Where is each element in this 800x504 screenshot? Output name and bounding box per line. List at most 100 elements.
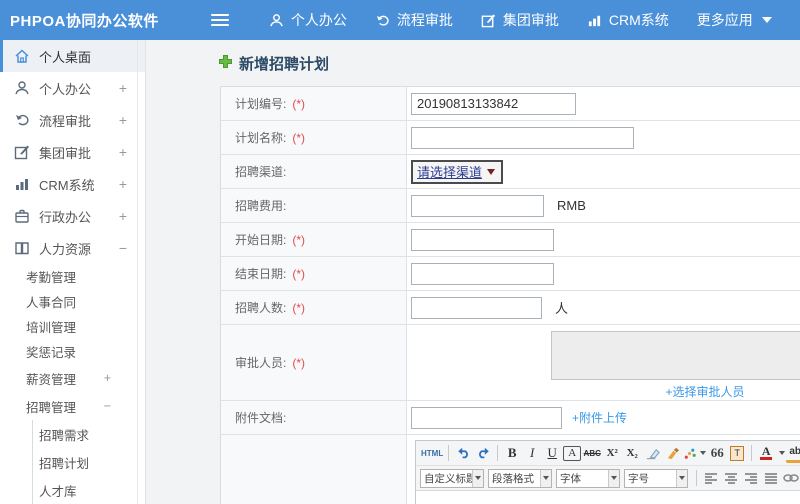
superscript-button[interactable]: X²: [603, 443, 621, 463]
required-mark: (*): [292, 300, 306, 315]
select-caret-icon: [676, 469, 687, 487]
field-label: 审批人员:: [235, 356, 287, 370]
sidebar-label: 流程审批: [39, 113, 92, 129]
italic-button[interactable]: I: [523, 443, 541, 463]
field-label: 计划编号:: [235, 97, 287, 111]
sidebar: 个人桌面 个人办公 + 流程审批 + 集团审批 + CRM系统 + 行政办公 +: [0, 40, 146, 504]
subscript-button[interactable]: X₂: [623, 443, 641, 463]
align-justify-icon[interactable]: [762, 468, 780, 488]
attachment-input[interactable]: [411, 406, 562, 429]
font-family-select[interactable]: 字体: [556, 468, 620, 488]
link-icon[interactable]: [782, 468, 800, 488]
select-caret-icon: [608, 469, 619, 487]
sidebar-item-crm[interactable]: CRM系统 +: [0, 168, 145, 200]
topnav-crm[interactable]: CRM系统: [587, 10, 669, 30]
fee-input[interactable]: [411, 194, 544, 217]
expand-plus-icon[interactable]: +: [119, 208, 127, 224]
approvers-textarea[interactable]: [551, 331, 800, 380]
plan-name-input[interactable]: [411, 126, 634, 149]
undo-icon[interactable]: [454, 443, 472, 463]
app-window: PHPOA协同办公软件 个人办公 流程审批 集团审批 CRM系统 更多应用 个人…: [0, 0, 800, 504]
select-caret-icon: [487, 168, 496, 175]
underline-button[interactable]: U: [543, 443, 561, 463]
sidebar-item-admin-office[interactable]: 行政办公 +: [0, 200, 145, 232]
format-brush-icon[interactable]: [663, 443, 681, 463]
source-code-button[interactable]: HTML: [421, 443, 443, 463]
sidebar-subitem-recruit-mgmt[interactable]: 招聘管理 −: [0, 392, 145, 420]
flow-icon: [375, 13, 390, 28]
form-row-end-date: 结束日期: (*): [221, 257, 800, 291]
chart-icon: [587, 13, 602, 28]
sidebar-item-personal-office[interactable]: 个人办公 +: [0, 72, 145, 104]
sidebar-subitem-salary[interactable]: 薪资管理 +: [0, 364, 145, 392]
sidebar-label: CRM系统: [39, 177, 95, 193]
sidebar-item-workflow-approval[interactable]: 流程审批 +: [0, 104, 145, 136]
attachment-upload-link[interactable]: +附件上传: [572, 409, 627, 426]
caret-down-icon: [779, 451, 786, 455]
collapse-minus-icon[interactable]: −: [104, 399, 111, 413]
select-all-button[interactable]: A: [563, 445, 582, 461]
editor-content-area[interactable]: [416, 491, 800, 504]
select-caret-icon: [540, 469, 551, 487]
plan-code-input[interactable]: [411, 92, 576, 115]
align-right-icon[interactable]: [742, 468, 760, 488]
sidebar-subitem-training[interactable]: 培训管理: [0, 314, 145, 339]
end-date-input[interactable]: [411, 262, 554, 285]
topnav-more-apps[interactable]: 更多应用: [697, 10, 772, 30]
headcount-input[interactable]: [411, 296, 542, 319]
sidebar-item-hr[interactable]: 人力资源 −: [0, 232, 145, 264]
font-color-letter: A: [761, 444, 771, 458]
sidebar-item-talent-pool[interactable]: 人才库: [33, 476, 145, 504]
choose-approvers-link[interactable]: +选择审批人员: [665, 383, 744, 400]
expand-plus-icon[interactable]: +: [104, 371, 111, 385]
topnav-personal-office[interactable]: 个人办公: [269, 10, 347, 30]
field-label: 招聘费用:: [235, 199, 287, 213]
sidebar-item-recruit-demand[interactable]: 招聘需求: [33, 420, 145, 448]
align-center-icon[interactable]: [722, 468, 740, 488]
eraser-icon[interactable]: [643, 443, 661, 463]
paste-text-icon[interactable]: T: [728, 443, 746, 463]
form-row-content: HTML B I U A ABC X² X₂ 66 T A ab 自定义标题 段…: [221, 435, 800, 504]
form-row-plan-code: 计划编号: (*): [221, 87, 800, 121]
richtext-editor: HTML B I U A ABC X² X₂ 66 T A ab 自定义标题 段…: [415, 440, 800, 504]
field-label: 招聘渠道:: [235, 165, 287, 179]
sidebar-subitem-hr-contract[interactable]: 人事合同: [0, 289, 145, 314]
sidebar-item-group-approval[interactable]: 集团审批 +: [0, 136, 145, 168]
topnav-workflow-approval[interactable]: 流程审批: [375, 10, 453, 30]
paragraph-format-select[interactable]: 段落格式: [488, 468, 552, 488]
align-left-icon[interactable]: [702, 468, 720, 488]
bold-button[interactable]: B: [503, 443, 521, 463]
user-icon: [269, 13, 284, 28]
topnav-group-approval[interactable]: 集团审批: [481, 10, 559, 30]
sidebar-recruit-group: 招聘需求 招聘计划 人才库: [32, 420, 145, 504]
topnav-label: 更多应用: [696, 12, 753, 28]
collapse-minus-icon[interactable]: −: [119, 240, 127, 256]
start-date-input[interactable]: [411, 228, 554, 251]
strikethrough-button[interactable]: ABC: [583, 443, 601, 463]
highlight-color-button[interactable]: ab: [786, 443, 800, 463]
sidebar-item-desktop[interactable]: 个人桌面: [0, 40, 145, 72]
sidebar-sublabel: 奖惩记录: [26, 346, 77, 360]
font-size-select[interactable]: 字号: [624, 468, 688, 488]
expand-plus-icon[interactable]: +: [119, 176, 127, 192]
expand-plus-icon[interactable]: +: [119, 80, 127, 96]
blockquote-button[interactable]: 66: [708, 443, 726, 463]
font-color-button[interactable]: A: [757, 443, 775, 463]
paragraph-select-value: 段落格式: [492, 472, 534, 485]
form-row-fee: 招聘费用: RMB: [221, 189, 800, 223]
add-plus-icon: [218, 54, 233, 74]
expand-plus-icon[interactable]: +: [119, 144, 127, 160]
book-icon: [14, 240, 30, 256]
page-title-text: 新增招聘计划: [239, 56, 330, 73]
remove-format-icon[interactable]: [683, 443, 707, 463]
topnav-label: 个人办公: [290, 12, 347, 28]
channel-select[interactable]: 请选择渠道: [411, 159, 504, 184]
sidebar-subitem-rewards[interactable]: 奖惩记录: [0, 339, 145, 364]
redo-icon[interactable]: [474, 443, 492, 463]
sidebar-item-recruit-plan[interactable]: 招聘计划: [33, 448, 145, 476]
heading-select[interactable]: 自定义标题: [420, 468, 484, 488]
expand-plus-icon[interactable]: +: [119, 112, 127, 128]
sidebar-subitem-attendance[interactable]: 考勤管理: [0, 264, 145, 289]
menu-toggle-icon[interactable]: [210, 14, 229, 26]
form-row-attachment: 附件文档: +附件上传: [221, 401, 800, 435]
